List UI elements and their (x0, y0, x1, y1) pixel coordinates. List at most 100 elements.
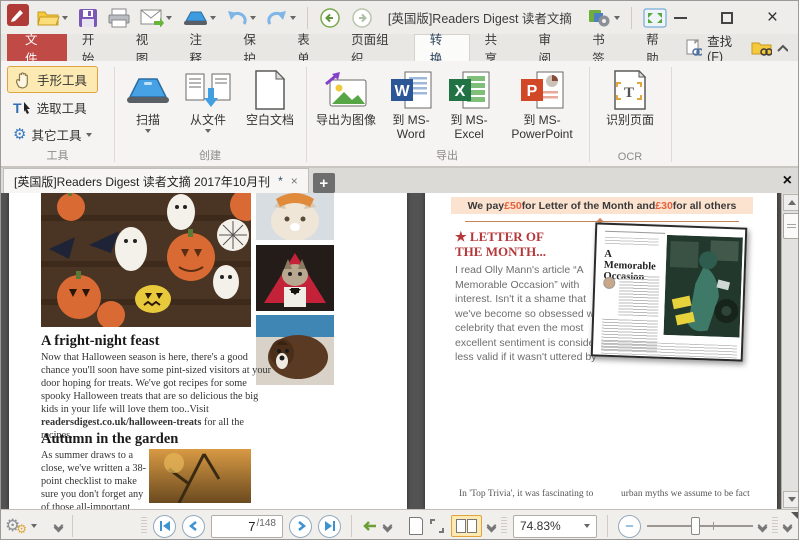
article-body: As summer draws to a close, we've writte… (41, 449, 149, 509)
next-page-button[interactable] (289, 515, 312, 538)
first-page-button[interactable] (153, 515, 176, 538)
scan-button-large[interactable]: 扫描 (119, 67, 177, 133)
new-tab-button[interactable]: + (313, 173, 335, 193)
vertical-scrollbar[interactable] (781, 193, 799, 509)
status-tools-button[interactable]: ⚙ ⚙ (5, 516, 37, 536)
article-body: Now that Halloween season is here, there… (41, 351, 275, 442)
export-powerpoint-button[interactable]: P 到 MS-PowerPoint (499, 67, 585, 141)
select-tool-label: 选取工具 (37, 98, 87, 117)
svg-text:W: W (394, 83, 410, 100)
undo-button[interactable] (223, 6, 259, 30)
redo-button[interactable] (263, 6, 299, 30)
ms-powerpoint-icon: P (519, 67, 565, 113)
close-document-icon[interactable]: × (783, 172, 792, 190)
tab-view[interactable]: 视图 (121, 34, 175, 61)
toolbar-grip[interactable] (501, 517, 507, 535)
save-button[interactable] (75, 6, 101, 30)
ms-excel-icon: X (447, 67, 491, 113)
find-document-icon[interactable] (685, 39, 702, 57)
previous-view-icon[interactable] (362, 520, 378, 532)
fullscreen-button[interactable] (640, 6, 670, 30)
tab-home[interactable]: 开始 (67, 34, 121, 61)
last-page-button[interactable] (318, 515, 341, 538)
divider (72, 515, 73, 537)
export-image-button[interactable]: 导出为图像 (311, 67, 381, 127)
ocr-recognize-pages-button[interactable]: T 识别页面 (597, 67, 663, 127)
tab-comment[interactable]: 注释 (175, 34, 229, 61)
scanner-button[interactable] (179, 7, 219, 29)
hand-tool-button[interactable]: 手形工具 (7, 66, 98, 93)
zoom-level-select[interactable]: 74.83% (513, 515, 597, 538)
tab-organize[interactable]: 页面组织 (336, 34, 414, 61)
more-zoom-icon[interactable] (759, 522, 766, 531)
more-statusbar-icon[interactable] (784, 522, 791, 531)
scroll-up-button[interactable] (783, 194, 799, 211)
more-navigation-icon[interactable] (384, 522, 391, 531)
maximize-icon[interactable] (721, 12, 733, 24)
redo-dropdown-icon[interactable] (290, 16, 296, 20)
document-view[interactable]: A fright-night feast Now that Halloween … (1, 193, 799, 509)
email-button[interactable] (137, 7, 175, 29)
from-file-button[interactable]: 从文件 (179, 67, 237, 133)
ribbon-convert-panel: 手形工具 T 选取工具 ⚙ 其它工具 工具 扫描 从文件 (1, 61, 799, 167)
total-pages: /148 (257, 518, 276, 529)
collapse-ribbon-icon[interactable] (777, 44, 788, 52)
tab-review[interactable]: 审阅 (523, 34, 577, 61)
tools-dropdown-icon (31, 524, 37, 528)
modified-indicator: * (278, 174, 283, 188)
tab-share[interactable]: 共享 (470, 34, 524, 61)
zoom-slider[interactable] (647, 525, 753, 527)
tab-close-icon[interactable]: × (291, 174, 298, 188)
export-excel-button[interactable]: X 到 MS-Excel (441, 67, 497, 141)
find-in-folder-icon[interactable] (751, 39, 772, 57)
back-button[interactable] (316, 5, 344, 31)
export-word-label: 到 MS-Word (383, 113, 439, 141)
article-body-text: Now that Halloween season is here, there… (41, 352, 271, 415)
tab-convert[interactable]: 转换 (414, 34, 470, 61)
document-sessions-button[interactable] (585, 6, 623, 30)
thumbnail-illustration (664, 235, 743, 338)
find-label[interactable]: 查找(F) (707, 31, 746, 64)
fit-page-icon[interactable] (429, 518, 445, 534)
undo-dropdown-icon[interactable] (250, 16, 256, 20)
page-number-input[interactable]: 7 /148 (211, 515, 283, 538)
tab-bookmarks[interactable]: 书签 (577, 34, 631, 61)
resize-grip[interactable] (791, 512, 798, 519)
expand-panel-icon[interactable] (55, 522, 62, 531)
email-dropdown-icon[interactable] (166, 16, 172, 20)
tab-form[interactable]: 表单 (282, 34, 336, 61)
tab-help[interactable]: 帮助 (631, 34, 685, 61)
thumbnail-caption-lines (601, 341, 737, 360)
previous-page-button[interactable] (182, 515, 205, 538)
close-icon[interactable]: × (767, 11, 778, 25)
zoom-value: 74.83% (520, 519, 561, 533)
open-dropdown-icon[interactable] (62, 16, 68, 20)
page-right: We pay £50 for Letter of the Month and £… (425, 193, 777, 509)
print-button[interactable] (105, 6, 133, 30)
scanner-dropdown-icon[interactable] (210, 16, 216, 20)
select-tool-button[interactable]: T 选取工具 (7, 95, 98, 120)
toolbar-grip[interactable] (141, 517, 147, 535)
blank-document-button[interactable]: 空白文档 (239, 67, 301, 127)
single-page-view-icon[interactable] (409, 517, 423, 535)
forward-button[interactable] (348, 5, 376, 31)
zoom-out-button[interactable]: − (618, 515, 641, 538)
scroll-down-button[interactable] (783, 491, 799, 508)
zoom-slider-handle[interactable] (691, 517, 700, 535)
sessions-dropdown-icon[interactable] (614, 16, 620, 20)
document-tab-title: [英国版]Readers Digest 读者文摘 2017年10月刊 (14, 173, 270, 190)
tab-file[interactable]: 文件 (7, 34, 67, 61)
two-page-view-button[interactable] (451, 515, 482, 537)
ocr-page-icon: T (611, 67, 649, 113)
export-image-label: 导出为图像 (316, 113, 376, 127)
svg-text:P: P (527, 83, 538, 100)
document-tab[interactable]: [英国版]Readers Digest 读者文摘 2017年10月刊 * × (3, 168, 309, 193)
scrollbar-thumb[interactable] (783, 213, 799, 239)
other-tools-button[interactable]: ⚙ 其它工具 (7, 122, 98, 147)
minimize-icon[interactable] (674, 17, 687, 19)
page-layout-dropdown-icon[interactable] (488, 522, 495, 531)
export-word-button[interactable]: W 到 MS-Word (383, 67, 439, 141)
tab-protect[interactable]: 保护 (228, 34, 282, 61)
open-file-button[interactable] (33, 6, 71, 30)
toolbar-grip[interactable] (772, 517, 778, 535)
